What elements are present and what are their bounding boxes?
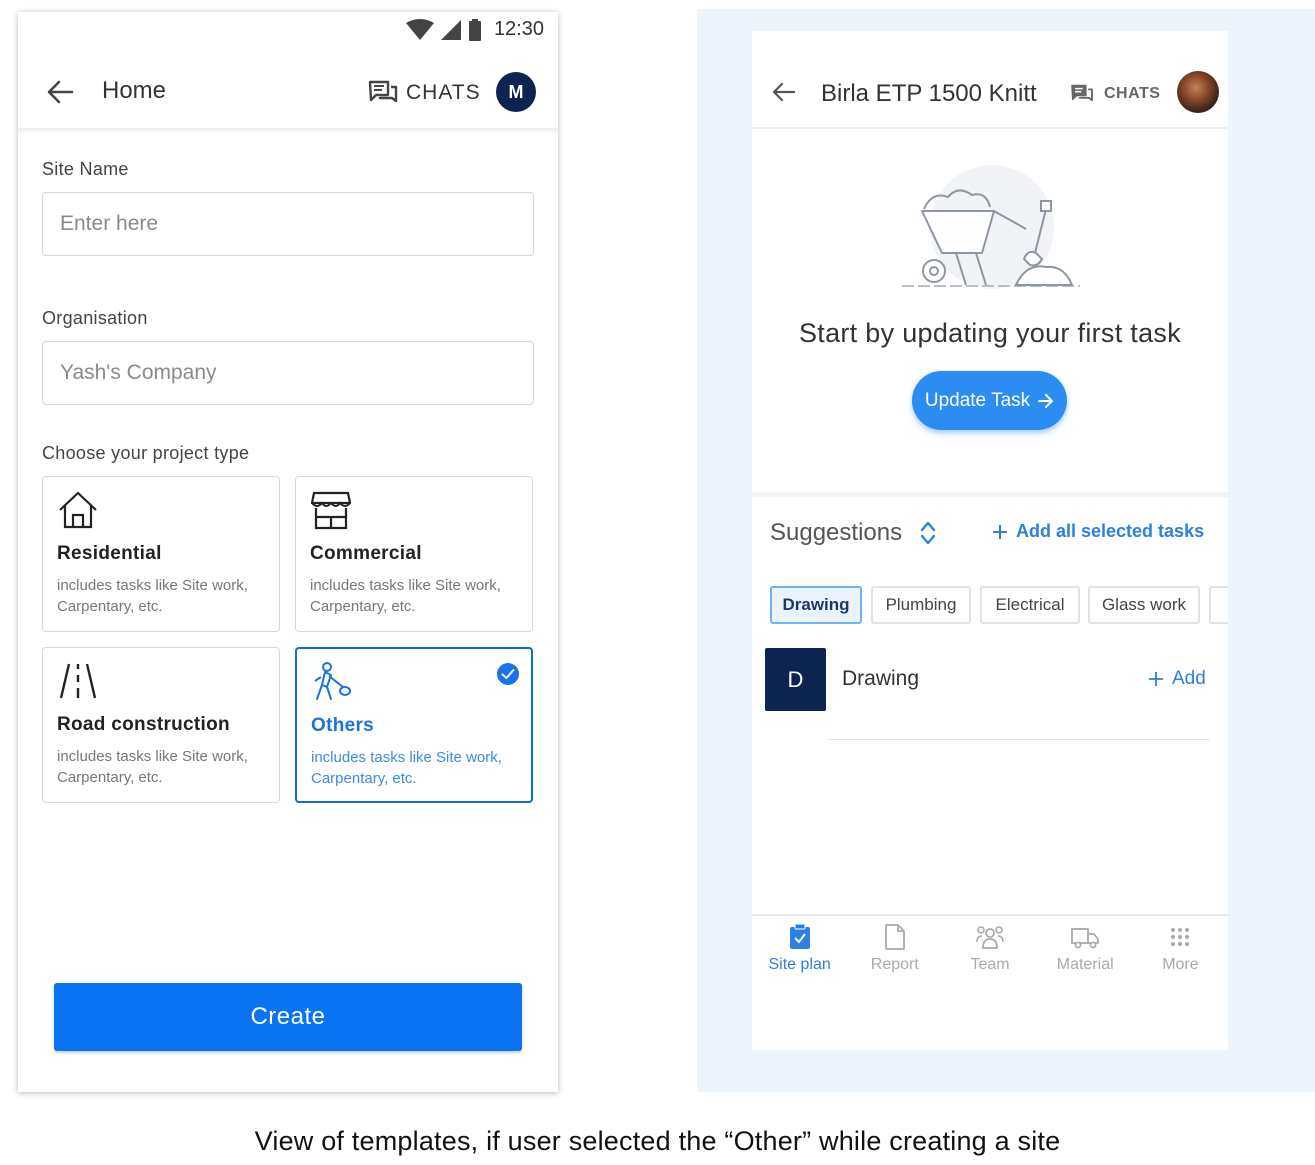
- figure-caption: View of templates, if user selected the …: [254, 1126, 1061, 1156]
- list-divider: [828, 739, 1210, 740]
- document-icon: [884, 924, 905, 950]
- project-type-label: Choose your project type: [42, 443, 250, 463]
- empty-state-title: Start by updating your first task: [798, 318, 1182, 348]
- add-all-selected-button[interactable]: Add all selected tasks: [992, 521, 1204, 542]
- project-type-card-others[interactable]: Others includes tasks like Site work, Ca…: [295, 647, 533, 803]
- nav-label: Site plan: [768, 956, 831, 973]
- card-description: includes tasks like Site work, Carpentar…: [311, 749, 502, 787]
- plus-icon: [1149, 672, 1163, 686]
- organisation-input[interactable]: [42, 341, 534, 405]
- arrow-right-icon: [1038, 393, 1054, 408]
- site-name-input[interactable]: [42, 192, 534, 256]
- section-divider: [752, 492, 1228, 497]
- task-name: Drawing: [842, 667, 920, 690]
- task-avatar: D: [765, 648, 826, 711]
- project-type-card-residential[interactable]: Residential includes tasks like Site wor…: [42, 476, 280, 632]
- chats-button[interactable]: CHATS: [1070, 84, 1160, 104]
- site-plan-screen: Birla ETP 1500 Knitt CHATS Start by upda…: [752, 31, 1228, 1050]
- page-title: Home: [102, 77, 167, 104]
- nav-label: Team: [970, 956, 1010, 973]
- expand-toggle-icon[interactable]: [918, 520, 938, 546]
- wifi-icon: [405, 18, 434, 40]
- nav-item-site-plan[interactable]: Site plan: [752, 916, 847, 984]
- card-title: Commercial: [310, 543, 422, 564]
- chats-label: CHATS: [1104, 85, 1161, 102]
- plus-icon: [993, 524, 1007, 539]
- signal-icon: [440, 19, 461, 40]
- nav-label: Material: [1056, 956, 1114, 973]
- status-bar: 12:30: [18, 12, 558, 46]
- nav-item-material[interactable]: Material: [1038, 916, 1133, 984]
- truck-icon: [1071, 928, 1100, 949]
- create-site-screen: 12:30 Home CHATS M Site Name Organisatio…: [18, 12, 558, 1092]
- project-type-card-commercial[interactable]: Commercial includes tasks like Site work…: [295, 476, 533, 632]
- selected-check-icon: [497, 663, 519, 685]
- clipboard-check-icon: [789, 924, 810, 949]
- nav-item-report[interactable]: Report: [847, 916, 942, 984]
- back-arrow-icon[interactable]: [772, 82, 796, 102]
- site-name-label: Site Name: [42, 159, 129, 179]
- chip-glass-work[interactable]: Glass work: [1088, 586, 1200, 624]
- nav-item-more[interactable]: More: [1133, 916, 1228, 984]
- chip-plumbing[interactable]: Plumbing: [871, 586, 971, 624]
- card-description: includes tasks like Site work, Carpentar…: [310, 577, 501, 615]
- storefront-icon: [310, 491, 352, 530]
- card-title: Road construction: [57, 714, 230, 735]
- avatar[interactable]: [1177, 71, 1219, 113]
- add-all-label: Add all selected tasks: [1016, 521, 1205, 541]
- update-task-label: Update Task: [924, 389, 1031, 411]
- chats-button[interactable]: CHATS: [368, 80, 481, 106]
- nav-label: More: [1162, 956, 1199, 973]
- app-bar-shadow: [18, 128, 558, 134]
- status-icons: 12:30: [405, 18, 544, 41]
- avatar[interactable]: M: [496, 72, 536, 112]
- chip-partial[interactable]: [1209, 586, 1228, 624]
- grid-dots-icon: [1171, 928, 1190, 946]
- add-task-label: Add: [1172, 668, 1206, 689]
- road-icon: [59, 663, 97, 699]
- project-type-card-road-construction[interactable]: Road construction includes tasks like Si…: [42, 647, 280, 803]
- organisation-label: Organisation: [42, 308, 148, 328]
- chat-icon: [1071, 84, 1093, 102]
- chat-icon: [368, 80, 398, 103]
- nav-label: Report: [870, 956, 919, 973]
- card-title: Residential: [57, 543, 162, 564]
- team-icon: [976, 926, 1004, 949]
- create-button[interactable]: Create: [54, 983, 522, 1051]
- wheelbarrow-illustration: [902, 165, 1080, 289]
- app-bar: Home CHATS M: [18, 58, 558, 130]
- card-title: Others: [311, 715, 375, 736]
- chip-drawing[interactable]: Drawing: [770, 586, 862, 624]
- back-arrow-icon[interactable]: [44, 76, 76, 108]
- suggestions-title: Suggestions: [770, 519, 903, 546]
- update-task-button[interactable]: Update Task: [912, 371, 1067, 430]
- site-title: Birla ETP 1500 Knitt: [821, 80, 1037, 107]
- status-time: 12:30: [493, 18, 544, 40]
- bottom-navigation: Site plan Report Team Material More: [752, 914, 1228, 984]
- nav-item-team[interactable]: Team: [942, 916, 1037, 984]
- card-description: includes tasks like Site work, Carpentar…: [57, 577, 248, 615]
- add-task-button[interactable]: Add: [1148, 668, 1206, 690]
- chats-label: CHATS: [406, 81, 481, 104]
- worker-icon: [314, 662, 351, 700]
- card-description: includes tasks like Site work, Carpentar…: [57, 748, 248, 786]
- house-icon: [59, 491, 97, 529]
- battery-icon: [468, 18, 481, 41]
- chip-electrical[interactable]: Electrical: [980, 586, 1080, 624]
- app-bar: Birla ETP 1500 Knitt CHATS: [752, 31, 1228, 129]
